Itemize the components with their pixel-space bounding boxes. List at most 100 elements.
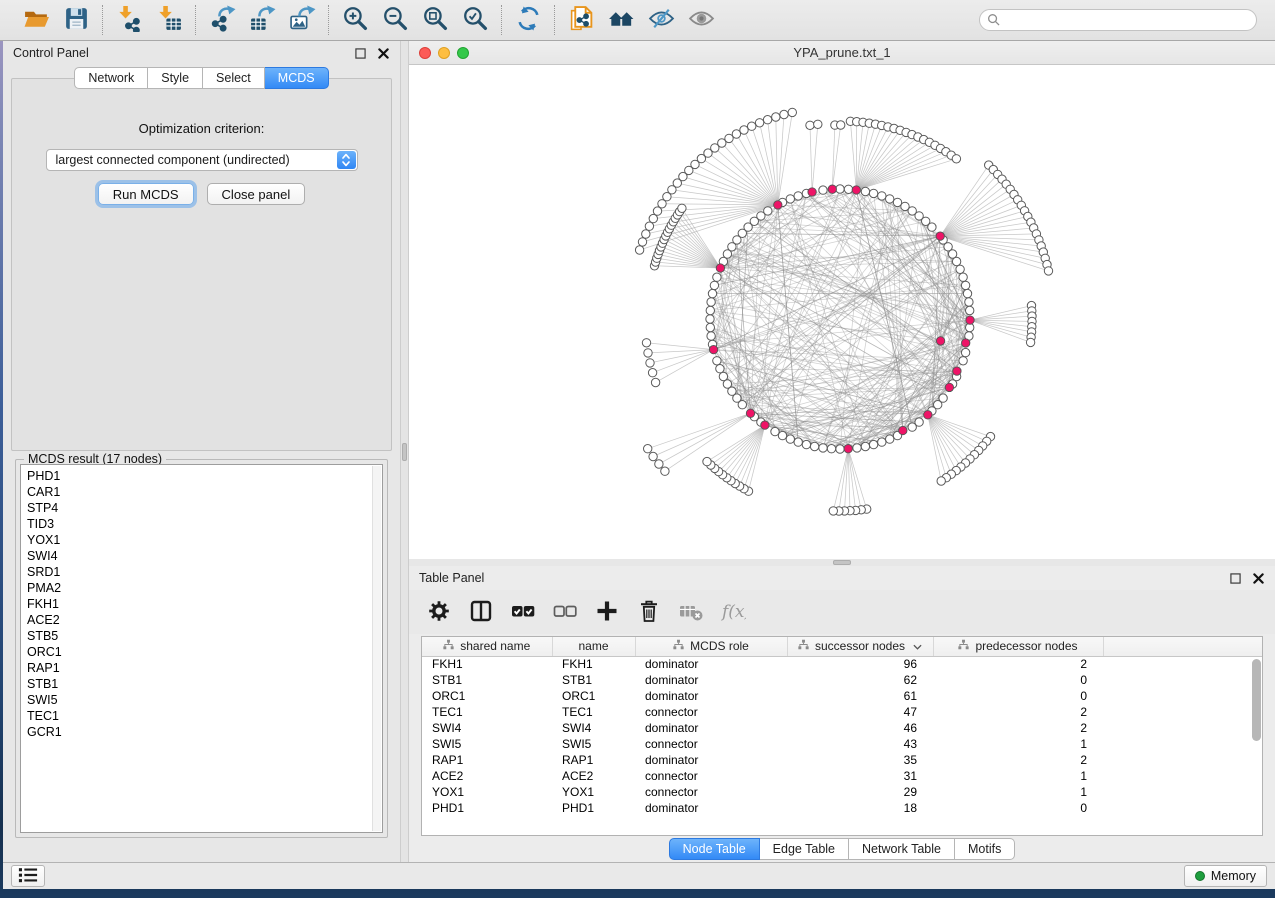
table-cell[interactable]: 46 — [787, 720, 933, 736]
run-mcds-button[interactable]: Run MCDS — [98, 183, 194, 205]
table-cell[interactable]: PHD1 — [552, 800, 635, 816]
zoom-out-button[interactable] — [380, 5, 410, 35]
settings-button[interactable] — [425, 598, 453, 626]
table-cell[interactable]: FKH1 — [552, 656, 635, 672]
table-cell[interactable]: YOX1 — [422, 784, 552, 800]
zoom-in-button[interactable] — [340, 5, 370, 35]
criterion-select[interactable]: largest connected component (undirected) — [46, 149, 358, 171]
float-panel-icon[interactable] — [1229, 572, 1242, 585]
mcds-node-item[interactable]: PMA2 — [27, 580, 382, 596]
table-cell[interactable]: dominator — [635, 720, 787, 736]
export-network-button[interactable] — [207, 5, 237, 35]
vertical-splitter[interactable] — [400, 41, 409, 862]
table-cell[interactable]: 2 — [933, 704, 1103, 720]
table-cell[interactable]: SWI5 — [552, 736, 635, 752]
table-cell[interactable]: 1 — [933, 736, 1103, 752]
import-network-button[interactable] — [114, 5, 144, 35]
window-zoom-button[interactable] — [457, 47, 469, 59]
import-table-button[interactable] — [154, 5, 184, 35]
table-row[interactable]: FKH1FKH1dominator962 — [422, 656, 1262, 672]
table-cell[interactable]: connector — [635, 784, 787, 800]
mcds-node-item[interactable]: ORC1 — [27, 644, 382, 660]
table-cell[interactable]: TEC1 — [552, 704, 635, 720]
table-cell[interactable]: 2 — [933, 656, 1103, 672]
column-header-successor-nodes[interactable]: successor nodes — [787, 637, 933, 656]
memory-button[interactable]: Memory — [1184, 865, 1267, 887]
mcds-node-item[interactable]: TID3 — [27, 516, 382, 532]
column-header-name[interactable]: name — [552, 637, 635, 656]
select-all-button[interactable] — [509, 598, 537, 626]
tab-edge-table[interactable]: Edge Table — [760, 838, 849, 860]
delete-row-button[interactable] — [635, 598, 663, 626]
table-cell[interactable]: 1 — [933, 784, 1103, 800]
table-row[interactable]: SWI5SWI5connector431 — [422, 736, 1262, 752]
table-cell[interactable]: STB1 — [552, 672, 635, 688]
mcds-node-item[interactable]: PHD1 — [27, 468, 382, 484]
tab-node-table[interactable]: Node Table — [669, 838, 760, 860]
mcds-node-item[interactable]: RAP1 — [27, 660, 382, 676]
mcds-node-item[interactable]: YOX1 — [27, 532, 382, 548]
table-row[interactable]: YOX1YOX1connector291 — [422, 784, 1262, 800]
show-column-button[interactable] — [467, 598, 495, 626]
table-cell[interactable]: 62 — [787, 672, 933, 688]
tab-style[interactable]: Style — [148, 67, 203, 89]
table-cell[interactable]: YOX1 — [552, 784, 635, 800]
task-history-button[interactable] — [11, 865, 45, 887]
mcds-node-item[interactable]: ACE2 — [27, 612, 382, 628]
network-view[interactable] — [409, 65, 1275, 559]
export-image-button[interactable] — [287, 5, 317, 35]
mcds-node-item[interactable]: FKH1 — [27, 596, 382, 612]
window-close-button[interactable] — [419, 47, 431, 59]
table-cell[interactable]: ORC1 — [552, 688, 635, 704]
close-panel-icon[interactable] — [377, 47, 390, 60]
table-cell[interactable]: ACE2 — [552, 768, 635, 784]
table-cell[interactable]: SWI5 — [422, 736, 552, 752]
export-table-button[interactable] — [247, 5, 277, 35]
table-cell[interactable]: dominator — [635, 800, 787, 816]
table-cell[interactable]: 43 — [787, 736, 933, 752]
mcds-node-item[interactable]: GCR1 — [27, 724, 382, 740]
table-cell[interactable]: 61 — [787, 688, 933, 704]
mcds-node-item[interactable]: STB1 — [27, 676, 382, 692]
table-cell[interactable]: dominator — [635, 688, 787, 704]
table-cell[interactable]: connector — [635, 736, 787, 752]
network-graph[interactable] — [409, 65, 1275, 556]
mcds-node-item[interactable]: STB5 — [27, 628, 382, 644]
refresh-view-button[interactable] — [513, 5, 543, 35]
first-neighbors-button[interactable] — [606, 5, 636, 35]
table-row[interactable]: RAP1RAP1dominator352 — [422, 752, 1262, 768]
table-scrollbar[interactable] — [1252, 659, 1261, 741]
mcds-node-item[interactable]: SWI4 — [27, 548, 382, 564]
column-header-MCDS-role[interactable]: MCDS role — [635, 637, 787, 656]
close-panel-button[interactable]: Close panel — [207, 183, 306, 205]
tab-motifs[interactable]: Motifs — [955, 838, 1015, 860]
mcds-node-item[interactable]: SRD1 — [27, 564, 382, 580]
table-cell[interactable]: SWI4 — [552, 720, 635, 736]
table-cell[interactable]: ORC1 — [422, 688, 552, 704]
float-panel-icon[interactable] — [354, 47, 367, 60]
table-row[interactable]: ORC1ORC1dominator610 — [422, 688, 1262, 704]
table-cell[interactable]: 2 — [933, 720, 1103, 736]
result-scrollbar[interactable] — [372, 466, 381, 831]
table-cell[interactable]: 0 — [933, 672, 1103, 688]
open-file-button[interactable] — [21, 5, 51, 35]
table-cell[interactable]: 18 — [787, 800, 933, 816]
table-row[interactable]: PHD1PHD1dominator180 — [422, 800, 1262, 816]
zoom-fit-button[interactable] — [420, 5, 450, 35]
table-cell[interactable]: PHD1 — [422, 800, 552, 816]
table-cell[interactable]: connector — [635, 768, 787, 784]
mcds-node-item[interactable]: TEC1 — [27, 708, 382, 724]
search-input[interactable] — [979, 9, 1257, 31]
deselect-all-button[interactable] — [551, 598, 579, 626]
table-cell[interactable]: TEC1 — [422, 704, 552, 720]
table-cell[interactable]: 29 — [787, 784, 933, 800]
table-cell[interactable]: 31 — [787, 768, 933, 784]
splitter-handle[interactable] — [833, 560, 851, 565]
column-header-shared-name[interactable]: shared name — [422, 637, 552, 656]
hide-selected-button[interactable] — [646, 5, 676, 35]
table-row[interactable]: TEC1TEC1connector472 — [422, 704, 1262, 720]
mcds-node-item[interactable]: SWI5 — [27, 692, 382, 708]
tab-network-table[interactable]: Network Table — [849, 838, 955, 860]
table-cell[interactable]: 0 — [933, 688, 1103, 704]
window-minimize-button[interactable] — [438, 47, 450, 59]
